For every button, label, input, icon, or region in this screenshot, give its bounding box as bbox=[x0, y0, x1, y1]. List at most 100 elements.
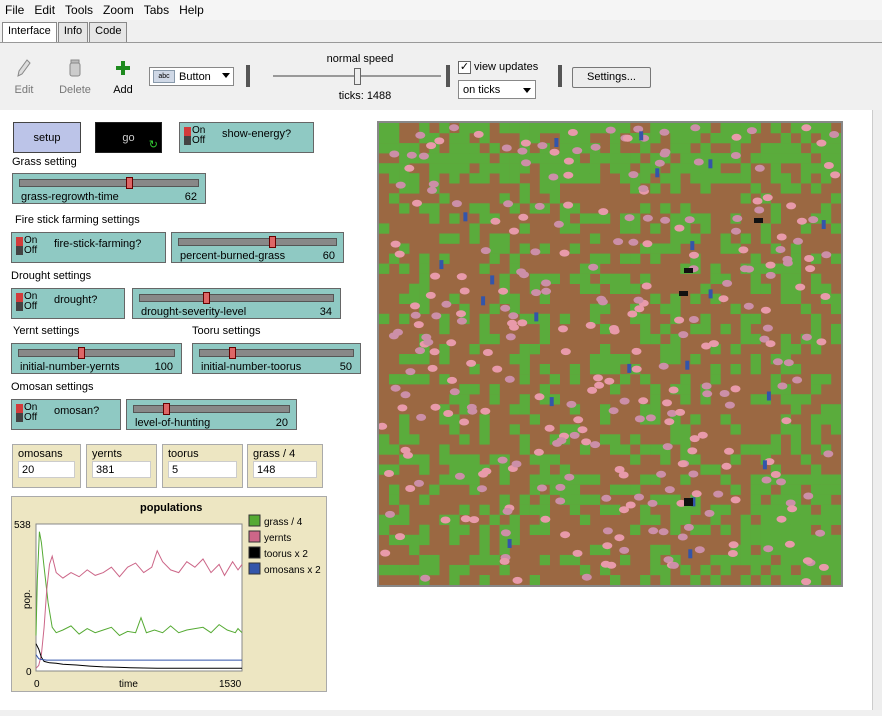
menu-tabs[interactable]: Tabs bbox=[139, 3, 174, 17]
omosan-agent bbox=[821, 220, 826, 229]
vertical-scrollbar[interactable] bbox=[872, 110, 882, 710]
slider-track bbox=[199, 349, 354, 357]
slider-thumb[interactable] bbox=[269, 236, 277, 248]
delete-tool[interactable]: Delete bbox=[55, 59, 95, 96]
tab-strip: Interface Info Code bbox=[2, 22, 128, 42]
grass-patch bbox=[810, 464, 822, 475]
grass-patch bbox=[409, 173, 420, 184]
yernt-agent bbox=[434, 137, 445, 145]
grass-patch bbox=[800, 163, 812, 174]
tab-interface[interactable]: Interface bbox=[2, 22, 57, 42]
grass-patch bbox=[419, 524, 430, 535]
yernt-agent bbox=[786, 202, 797, 210]
view-updates-checkbox[interactable]: ✓ bbox=[458, 61, 471, 74]
slider-thumb[interactable] bbox=[126, 177, 134, 189]
grass-patch bbox=[600, 414, 611, 425]
tab-info[interactable]: Info bbox=[57, 22, 89, 42]
slider-thumb[interactable] bbox=[228, 347, 236, 359]
grass-patch bbox=[569, 484, 581, 495]
grass-patch bbox=[379, 444, 390, 455]
grass-patch bbox=[640, 374, 651, 385]
percent-burned-slider[interactable]: percent-burned-grass 60 bbox=[171, 232, 344, 263]
drought-severity-slider[interactable]: drought-severity-level 34 bbox=[132, 288, 341, 319]
level-hunting-slider[interactable]: level-of-hunting 20 bbox=[126, 399, 297, 430]
initial-yernts-slider[interactable]: initial-number-yernts 100 bbox=[11, 343, 182, 374]
go-button[interactable]: go ↻ bbox=[95, 122, 162, 153]
yernt-agent bbox=[477, 485, 487, 493]
initial-toorus-slider[interactable]: initial-number-toorus 50 bbox=[192, 343, 361, 374]
switch-off-label: Off bbox=[192, 135, 206, 146]
yernt-agent bbox=[541, 279, 551, 287]
grass-patch bbox=[630, 223, 641, 234]
setup-button[interactable]: setup bbox=[13, 122, 81, 153]
grass-patch bbox=[419, 564, 430, 576]
grass-patch bbox=[650, 564, 661, 576]
add-tool[interactable]: Add bbox=[103, 59, 143, 96]
yernt-agent bbox=[730, 496, 741, 504]
grass-patch bbox=[489, 163, 500, 174]
grass-patch bbox=[810, 474, 822, 485]
yernt-agent bbox=[520, 139, 531, 147]
yernt-agent bbox=[743, 302, 754, 310]
grass-patch bbox=[509, 293, 520, 304]
grass-patch bbox=[670, 303, 681, 315]
grass-patch bbox=[579, 213, 591, 224]
slider-thumb[interactable] bbox=[78, 347, 85, 359]
yernt-agent bbox=[772, 358, 783, 366]
menu-zoom[interactable]: Zoom bbox=[98, 3, 139, 17]
widget-type-select[interactable]: abc Button bbox=[149, 67, 234, 86]
grass-patch bbox=[479, 544, 490, 556]
grass-patch bbox=[810, 323, 822, 335]
grass-patch bbox=[399, 293, 410, 304]
grass-patch bbox=[630, 524, 641, 535]
grass-patch bbox=[831, 474, 841, 485]
yernt-agent bbox=[677, 533, 688, 541]
settings-button[interactable]: Settings... bbox=[572, 67, 651, 88]
yernt-agent bbox=[549, 148, 560, 156]
grass-patch bbox=[831, 544, 841, 556]
grass-patch bbox=[760, 484, 771, 495]
grass-patch bbox=[780, 554, 791, 566]
slider-thumb[interactable] bbox=[202, 292, 210, 304]
yernt-agent bbox=[619, 506, 629, 514]
grass-patch bbox=[760, 444, 771, 455]
edit-tool[interactable]: Edit bbox=[4, 59, 44, 96]
yernt-agent bbox=[423, 338, 434, 346]
grass-patch bbox=[790, 404, 802, 415]
menu-edit[interactable]: Edit bbox=[29, 3, 60, 17]
fire-stick-switch[interactable]: On Off fire-stick-farming? bbox=[11, 232, 166, 263]
grass-patch bbox=[579, 123, 591, 134]
yernt-agent bbox=[427, 364, 438, 372]
slider-thumb[interactable] bbox=[163, 403, 170, 415]
grass-patch bbox=[539, 554, 550, 566]
omosan-switch[interactable]: On Off omosan? bbox=[11, 399, 121, 430]
monitor-value: 20 bbox=[18, 461, 75, 478]
menu-tools[interactable]: Tools bbox=[60, 3, 98, 17]
menu-help[interactable]: Help bbox=[174, 3, 209, 17]
grass-patch bbox=[640, 323, 651, 335]
grass-patch bbox=[439, 123, 450, 134]
grass-patch bbox=[790, 484, 802, 495]
speed-slider-thumb[interactable] bbox=[354, 68, 361, 85]
show-energy-switch[interactable]: On Off show-energy? bbox=[179, 122, 314, 153]
yernt-agent bbox=[658, 528, 669, 536]
yernt-agent bbox=[569, 431, 580, 439]
tab-code[interactable]: Code bbox=[89, 22, 128, 42]
grass-patch bbox=[750, 534, 761, 546]
yernt-agent bbox=[501, 144, 512, 152]
yernt-agent bbox=[517, 319, 528, 327]
grass-patch bbox=[579, 163, 591, 174]
grass-patch bbox=[399, 203, 410, 214]
grass-patch bbox=[379, 223, 390, 234]
yernt-agent bbox=[805, 265, 816, 273]
drought-switch[interactable]: On Off drought? bbox=[11, 288, 125, 319]
grass-regrowth-slider[interactable]: grass-regrowth-time 62 bbox=[12, 173, 206, 204]
menu-file[interactable]: File bbox=[0, 3, 29, 17]
grass-patch bbox=[820, 494, 832, 505]
yernt-agent bbox=[502, 507, 513, 515]
grass-patch bbox=[449, 213, 460, 224]
slider-track bbox=[139, 294, 334, 302]
update-mode-select[interactable]: on ticks bbox=[458, 80, 536, 99]
world-view[interactable] bbox=[377, 121, 843, 587]
world-canvas[interactable] bbox=[379, 123, 841, 585]
